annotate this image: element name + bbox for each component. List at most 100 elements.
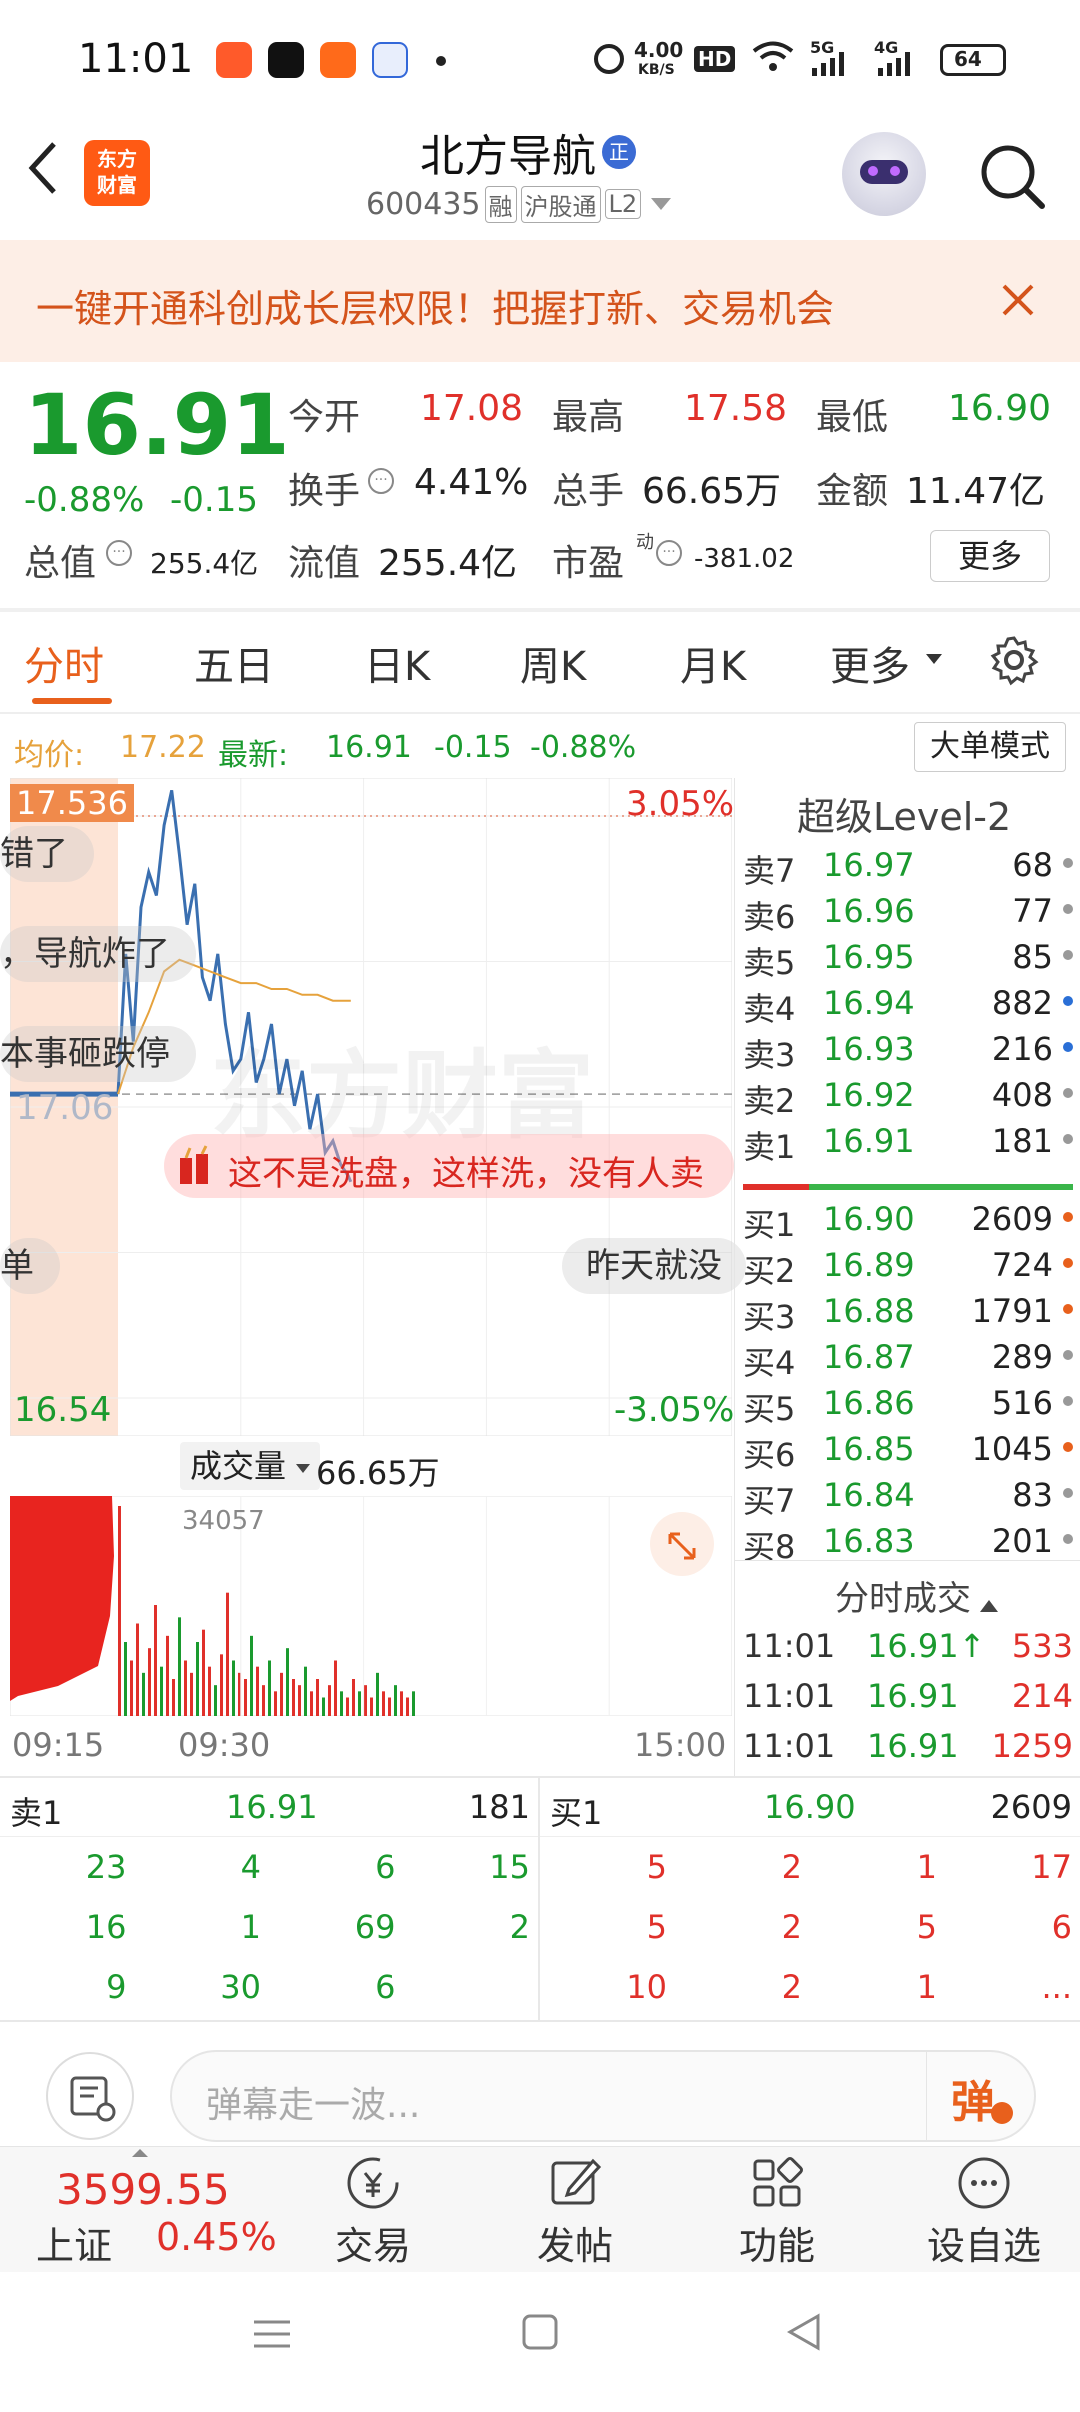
buy-orders: 买1 16.90 2609 买2 16.89 724 买3 16.88 1791 买4 16.87 2… xyxy=(735,1194,1080,1564)
sell-order-row[interactable]: 卖1 16.91 181 xyxy=(735,1116,1080,1166)
volume-bar xyxy=(142,1672,145,1716)
danmu-bubble[interactable]: 昨天就没 xyxy=(562,1238,746,1294)
order-price: 16.93 xyxy=(823,1030,915,1068)
wifi-icon xyxy=(752,40,794,72)
trade-time: 11:01 xyxy=(743,1727,836,1765)
danmu-send-button[interactable]: 弹 xyxy=(926,2052,1036,2140)
back-chevron-icon[interactable] xyxy=(22,138,62,198)
tab-daily-k[interactable]: 日K xyxy=(364,634,430,692)
index-ticker[interactable]: 3599.55 上证 0.45% xyxy=(30,2147,300,2273)
volume-selector[interactable]: 成交量 xyxy=(180,1442,321,1490)
volume-bar xyxy=(358,1691,361,1716)
send-app-icon xyxy=(320,42,356,78)
tab-intraday[interactable]: 分时 xyxy=(24,634,134,704)
buy-order-row[interactable]: 买7 16.84 83 xyxy=(735,1470,1080,1520)
sell-order-row[interactable]: 卖7 16.97 68 xyxy=(735,840,1080,890)
danmu-toggle-button[interactable] xyxy=(46,2052,134,2140)
tab-more[interactable]: 更多 xyxy=(830,634,910,692)
tag-rong: 融 xyxy=(484,185,517,223)
menu-icon[interactable] xyxy=(250,2312,294,2356)
buy-order-row[interactable]: 买4 16.87 289 xyxy=(735,1332,1080,1382)
buy-order-row[interactable]: 买1 16.90 2609 xyxy=(735,1194,1080,1244)
promo-banner[interactable]: 一键开通科创成长层权限！把握打新、交易机会 xyxy=(0,240,1080,362)
volume-bar xyxy=(346,1697,349,1716)
queue-cell: 5 xyxy=(916,1908,937,1946)
queue-cell: 6 xyxy=(375,1848,396,1886)
volume-chart[interactable]: 34057 xyxy=(10,1496,732,1716)
tag-l2: L2 xyxy=(604,189,642,219)
back-icon[interactable] xyxy=(782,2310,826,2354)
volume-bar xyxy=(220,1654,223,1716)
search-icon[interactable] xyxy=(976,140,1048,212)
buy-queue: 买1 16.90 2609 5 2 1 17 5 2 5 6 10 2 1... xyxy=(540,1778,1080,2020)
volume-bar xyxy=(394,1685,397,1716)
index-pct: 0.45% xyxy=(156,2215,277,2259)
order-volume: 882 xyxy=(991,984,1053,1022)
queue-cell: 30 xyxy=(220,1968,261,2006)
banner-text: 一键开通科创成长层权限！把握打新、交易机会 xyxy=(36,287,835,331)
signal-5g-icon xyxy=(812,52,848,76)
buy-order-row[interactable]: 买6 16.85 1045 xyxy=(735,1424,1080,1474)
sell-queue-vol: 181 xyxy=(468,1788,530,1826)
buy-order-row[interactable]: 买2 16.89 724 xyxy=(735,1240,1080,1290)
sell-order-row[interactable]: 卖2 16.92 408 xyxy=(735,1070,1080,1120)
expand-chart-button[interactable] xyxy=(650,1512,714,1576)
volume-header: 成交量 66.65万 xyxy=(180,1442,732,1494)
stock-title[interactable]: 北方导航 正 xyxy=(420,124,636,182)
buy-order-row[interactable]: 买3 16.88 1791 xyxy=(735,1286,1080,1336)
buy-order-row[interactable]: 买8 16.83 201 xyxy=(735,1516,1080,1564)
intraday-price-chart[interactable]: 17.536 3.05% 16.54 -3.05% 17.06 东方财富 错了 … xyxy=(0,778,746,1436)
big-order-mode-button[interactable]: 大单模式 xyxy=(914,722,1066,772)
settings-gear-icon[interactable] xyxy=(988,634,1040,686)
danmu-bubble[interactable]: 本事砸跌停 xyxy=(0,1026,196,1082)
chart-bottom-pct: -3.05% xyxy=(614,1390,735,1430)
robot-assistant-icon[interactable] xyxy=(842,132,926,216)
order-volume: 201 xyxy=(991,1522,1053,1560)
tab-weekly-k[interactable]: 周K xyxy=(520,634,586,692)
volume-bar xyxy=(214,1685,217,1716)
nav-post[interactable]: 发帖 xyxy=(520,2153,630,2269)
dropdown-triangle-icon[interactable] xyxy=(651,198,672,210)
sell-order-row[interactable]: 卖3 16.93 216 xyxy=(735,1024,1080,1074)
buy-order-row[interactable]: 买5 16.86 516 xyxy=(735,1378,1080,1428)
order-price: 16.83 xyxy=(823,1522,915,1560)
level2-title[interactable]: 超级Level-2 xyxy=(797,786,1011,841)
high-value: 17.58 xyxy=(684,388,788,429)
sell-order-row[interactable]: 卖5 16.95 85 xyxy=(735,932,1080,982)
more-dots-icon xyxy=(958,2157,1010,2209)
queue-cell: 2 xyxy=(509,1908,530,1946)
app-logo[interactable]: 东方 财富 xyxy=(84,140,150,206)
danmu-bubble-highlight[interactable]: 这不是洗盘，这样洗，没有人卖 xyxy=(164,1134,734,1198)
order-volume: 408 xyxy=(991,1076,1053,1114)
queue-cell: 4 xyxy=(240,1848,261,1886)
danmu-bubble[interactable]: 错了 xyxy=(0,826,94,882)
order-volume: 289 xyxy=(991,1338,1053,1376)
queue-cell: 9 xyxy=(106,1968,127,2006)
tab-monthly-k[interactable]: 月K xyxy=(680,634,746,692)
order-price: 16.90 xyxy=(823,1200,915,1238)
tab-five-day[interactable]: 五日 xyxy=(194,634,274,692)
order-dot-icon xyxy=(1063,1258,1073,1268)
sell-order-row[interactable]: 卖6 16.96 77 xyxy=(735,886,1080,936)
banner-close-icon[interactable] xyxy=(1000,282,1036,318)
queue-cell: 69 xyxy=(354,1908,396,1946)
mktcap-info-icon[interactable]: ··· xyxy=(106,540,132,566)
danmu-bubble[interactable]: ，导航炸了 xyxy=(0,926,196,982)
home-icon[interactable] xyxy=(520,2312,560,2352)
sell-order-row[interactable]: 卖4 16.94 882 xyxy=(735,978,1080,1028)
volume-bar xyxy=(310,1691,313,1716)
order-dot-icon xyxy=(1063,1042,1073,1052)
pe-info-icon[interactable]: ··· xyxy=(656,540,682,566)
nav-add-watchlist[interactable]: 设自选 xyxy=(914,2153,1054,2269)
pe-label: 市盈 xyxy=(552,543,625,584)
last-price: 16.91 xyxy=(24,376,290,474)
buy-queue-vol: 2609 xyxy=(990,1788,1072,1826)
danmu-input[interactable]: 弹幕走一波... 弹 xyxy=(170,2050,1036,2142)
turnover-info-icon[interactable]: ··· xyxy=(368,468,394,494)
danmu-bubble[interactable]: 单 xyxy=(0,1238,60,1294)
more-button[interactable]: 更多 xyxy=(930,530,1050,582)
nav-trade[interactable]: 交易 xyxy=(318,2153,428,2269)
queue-cell: 23 xyxy=(85,1848,127,1886)
nav-function[interactable]: 功能 xyxy=(722,2153,832,2269)
trades-header[interactable]: 分时成交 xyxy=(835,1571,999,1620)
